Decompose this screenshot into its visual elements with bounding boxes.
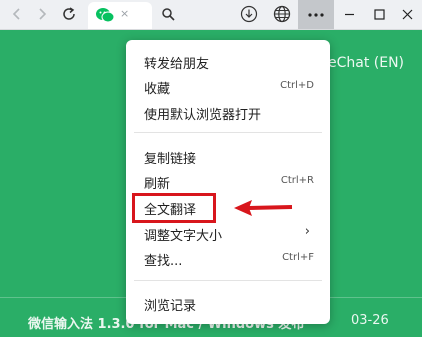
menu-item-copy-link[interactable]: 复制链接	[126, 145, 330, 167]
tab-close-icon[interactable]: ×	[120, 7, 129, 20]
menu-separator	[134, 132, 322, 133]
back-icon[interactable]	[6, 3, 28, 25]
browser-toolbar: ×	[0, 0, 422, 30]
menu-separator	[134, 280, 322, 281]
more-icon[interactable]	[298, 0, 334, 29]
menu-item-label: 收藏	[144, 82, 171, 97]
page-title: eChat (EN)	[328, 55, 405, 71]
menu-item-label: 转发给朋友	[144, 57, 210, 72]
menu-item-label: 复制链接	[144, 152, 197, 167]
menu-item-label: 浏览记录	[144, 299, 197, 314]
menu-item-label: 使用默认浏览器打开	[144, 108, 262, 123]
chevron-right-icon: ›	[304, 224, 310, 239]
refresh-icon[interactable]	[58, 3, 80, 25]
search-icon[interactable]	[157, 3, 179, 25]
menu-item-history[interactable]: 浏览记录	[126, 292, 330, 314]
minimize-icon[interactable]	[334, 0, 364, 29]
more-menu: 转发给朋友 收藏 Ctrl+D 使用默认浏览器打开 复制链接 刷新 Ctrl+R…	[126, 40, 330, 324]
menu-item-shortcut: Ctrl+D	[280, 80, 314, 91]
menu-item-find[interactable]: 查找... Ctrl+F	[126, 247, 330, 269]
menu-item-label: 查找...	[144, 254, 183, 269]
menu-item-shortcut: Ctrl+F	[282, 252, 314, 263]
menu-item-shortcut: Ctrl+R	[280, 175, 314, 186]
maximize-icon[interactable]	[364, 0, 394, 29]
menu-item-label: 调整文字大小	[144, 229, 223, 244]
menu-item-open-in-browser[interactable]: 使用默认浏览器打开	[126, 101, 330, 123]
menu-item-forward[interactable]: 转发给朋友	[126, 50, 330, 72]
menu-item-text-size[interactable]: 调整文字大小 ›	[126, 222, 330, 244]
highlight-box	[132, 193, 216, 223]
browser-tab[interactable]: ×	[88, 2, 152, 29]
download-icon[interactable]	[238, 3, 260, 25]
news-date: 03-26	[351, 313, 389, 328]
wechat-logo-icon	[95, 6, 115, 24]
arrow-left-icon	[234, 200, 293, 216]
menu-item-favorite[interactable]: 收藏 Ctrl+D	[126, 75, 330, 97]
menu-item-label: 刷新	[144, 177, 171, 192]
menu-item-refresh[interactable]: 刷新 Ctrl+R	[126, 170, 330, 192]
close-icon[interactable]	[392, 0, 422, 29]
globe-icon[interactable]	[271, 3, 293, 25]
forward-icon[interactable]	[31, 3, 53, 25]
